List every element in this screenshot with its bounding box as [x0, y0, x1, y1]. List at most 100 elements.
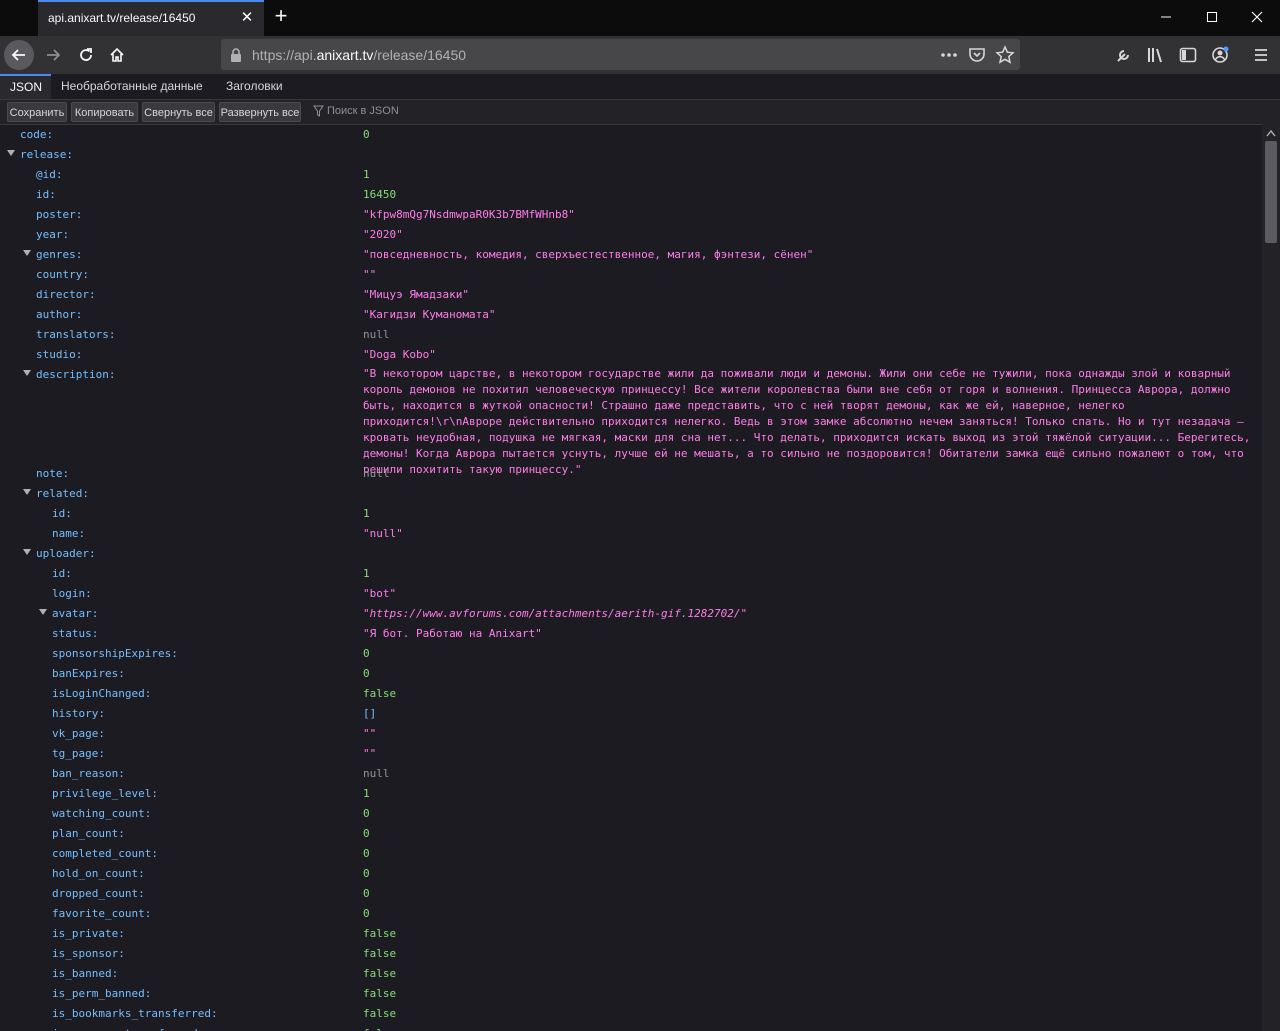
- developer-tools-button[interactable]: [1114, 45, 1134, 65]
- json-value: 0: [363, 827, 370, 840]
- json-row-status[interactable]: status: "Я бот. Работаю на Anixart": [0, 623, 1262, 643]
- json-value: false: [363, 927, 397, 940]
- pocket-button[interactable]: [967, 45, 987, 65]
- maximize-icon: [1207, 12, 1217, 22]
- url-text[interactable]: https://api.anixart.tv/release/16450: [252, 47, 466, 63]
- lock-icon[interactable]: [229, 47, 243, 63]
- json-filter-input[interactable]: Поиск в JSON: [327, 105, 399, 117]
- json-row-is-perm-banned[interactable]: is_perm_banned: false: [0, 983, 1262, 1003]
- expand-toggle-icon[interactable]: [23, 549, 31, 555]
- pocket-icon: [969, 48, 985, 62]
- json-row-is-private[interactable]: is_private: false: [0, 923, 1262, 943]
- account-button[interactable]: [1210, 45, 1230, 65]
- expand-toggle-icon[interactable]: [23, 370, 31, 376]
- json-row-watching-count[interactable]: watching_count: 0: [0, 803, 1262, 823]
- json-row-release[interactable]: release:: [0, 144, 1262, 164]
- tab-raw-data[interactable]: Необработанные данные: [51, 74, 213, 99]
- url-bar[interactable]: https://api.anixart.tv/release/16450: [221, 39, 1020, 70]
- maximize-button[interactable]: [1189, 0, 1235, 34]
- menu-button[interactable]: [1251, 45, 1271, 65]
- home-button[interactable]: [102, 40, 132, 70]
- account-icon: [1212, 46, 1229, 63]
- browser-tab[interactable]: api.anixart.tv/release/16450 ✕: [38, 0, 264, 36]
- json-key: is_sponsor:: [52, 947, 125, 960]
- window-close-icon: [1251, 11, 1263, 23]
- json-row-related-id[interactable]: id: 1: [0, 503, 1262, 523]
- expand-toggle-icon[interactable]: [39, 609, 47, 615]
- json-row-note[interactable]: note: null: [0, 463, 1262, 483]
- json-row-translators[interactable]: translators: null: [0, 324, 1262, 344]
- json-key: hold_on_count:: [52, 867, 145, 880]
- json-row-is-login-changed[interactable]: isLoginChanged: false: [0, 683, 1262, 703]
- json-key: translators:: [36, 328, 116, 341]
- tab-strip: api.anixart.tv/release/16450 ✕ +: [0, 0, 1280, 36]
- expand-all-button[interactable]: Развернуть все: [219, 102, 301, 122]
- json-key: @id:: [36, 168, 63, 181]
- json-row-favorite-count[interactable]: favorite_count: 0: [0, 903, 1262, 923]
- plus-icon[interactable]: +: [270, 5, 292, 27]
- save-button[interactable]: Сохранить: [7, 102, 67, 122]
- json-row-genres[interactable]: genres: "повседневность, комедия, сверхъ…: [0, 244, 1262, 264]
- json-key: uploader:: [36, 547, 96, 560]
- json-row-is-sponsor-transferred[interactable]: is_sponsor_transferred: false: [0, 1023, 1262, 1031]
- scrollbar-thumb[interactable]: [1265, 141, 1277, 243]
- forward-button[interactable]: [38, 40, 68, 70]
- expand-toggle-icon[interactable]: [23, 489, 31, 495]
- json-row-poster[interactable]: poster: "kfpw8mQg7NsdmwpaR0K3b7BMfWHnb8": [0, 204, 1262, 224]
- json-row-is-banned[interactable]: is_banned: false: [0, 963, 1262, 983]
- tab-headers[interactable]: Заголовки: [216, 74, 293, 99]
- back-button[interactable]: [4, 40, 34, 70]
- minimize-button[interactable]: [1143, 0, 1189, 34]
- json-value: 0: [363, 807, 370, 820]
- expand-toggle-icon[interactable]: [7, 150, 15, 156]
- collapse-all-button[interactable]: Свернуть все: [142, 102, 215, 122]
- json-row-related-name[interactable]: name: "null": [0, 523, 1262, 543]
- json-row-uploader[interactable]: uploader:: [0, 543, 1262, 563]
- json-value: 16450: [363, 188, 397, 201]
- json-row-vk-page[interactable]: vk_page: "": [0, 723, 1262, 743]
- json-row-login[interactable]: login: "bot": [0, 583, 1262, 603]
- close-icon[interactable]: ✕: [238, 9, 256, 27]
- json-row-avatar[interactable]: avatar: "https://www.avforums.com/attach…: [0, 603, 1262, 623]
- window-close-button[interactable]: [1234, 0, 1280, 34]
- json-value-link[interactable]: "https://www.avforums.com/attachments/ae…: [363, 607, 747, 620]
- json-row-ban-reason[interactable]: ban_reason: null: [0, 763, 1262, 783]
- filter-icon: [313, 105, 324, 117]
- json-row-code[interactable]: code: 0: [0, 124, 1262, 144]
- json-row-tg-page[interactable]: tg_page: "": [0, 743, 1262, 763]
- json-row-year[interactable]: year: "2020": [0, 224, 1262, 244]
- tab-json[interactable]: JSON: [0, 74, 51, 99]
- vertical-scrollbar[interactable]: [1262, 124, 1280, 1031]
- json-value: []: [363, 707, 377, 720]
- json-key: banExpires:: [52, 667, 125, 680]
- copy-button[interactable]: Копировать: [71, 102, 138, 122]
- page-actions-button[interactable]: [939, 45, 959, 65]
- json-row-author[interactable]: author: "Кагидзи Куманомата": [0, 304, 1262, 324]
- json-row-hold-on-count[interactable]: hold_on_count: 0: [0, 863, 1262, 883]
- sidebar-button[interactable]: [1178, 45, 1198, 65]
- bookmark-star-button[interactable]: [995, 45, 1015, 65]
- json-row-plan-count[interactable]: plan_count: 0: [0, 823, 1262, 843]
- json-row-ban-expires[interactable]: banExpires: 0: [0, 663, 1262, 683]
- library-icon: [1148, 48, 1162, 63]
- json-value: 0: [363, 647, 370, 660]
- json-row-id[interactable]: id: 16450: [0, 184, 1262, 204]
- json-row-completed-count[interactable]: completed_count: 0: [0, 843, 1262, 863]
- json-row-sponsorship-expires[interactable]: sponsorshipExpires: 0: [0, 643, 1262, 663]
- json-row-at-id[interactable]: @id: 1: [0, 164, 1262, 184]
- scroll-up-arrow-icon[interactable]: [1266, 129, 1276, 137]
- json-row-dropped-count[interactable]: dropped_count: 0: [0, 883, 1262, 903]
- json-row-is-bookmarks-transferred[interactable]: is_bookmarks_transferred: false: [0, 1003, 1262, 1023]
- back-arrow-icon: [11, 49, 25, 61]
- json-row-history[interactable]: history: []: [0, 703, 1262, 723]
- reload-button[interactable]: [71, 40, 101, 70]
- library-button[interactable]: [1146, 45, 1166, 65]
- json-row-related[interactable]: related:: [0, 483, 1262, 503]
- json-row-is-sponsor[interactable]: is_sponsor: false: [0, 943, 1262, 963]
- json-row-privilege-level[interactable]: privilege_level: 1: [0, 783, 1262, 803]
- json-row-country[interactable]: country: "": [0, 264, 1262, 284]
- json-row-studio[interactable]: studio: "Doga Kobo": [0, 344, 1262, 364]
- expand-toggle-icon[interactable]: [23, 250, 31, 256]
- json-row-director[interactable]: director: "Мицуэ Ямадзаки": [0, 284, 1262, 304]
- json-row-uploader-id[interactable]: id: 1: [0, 563, 1262, 583]
